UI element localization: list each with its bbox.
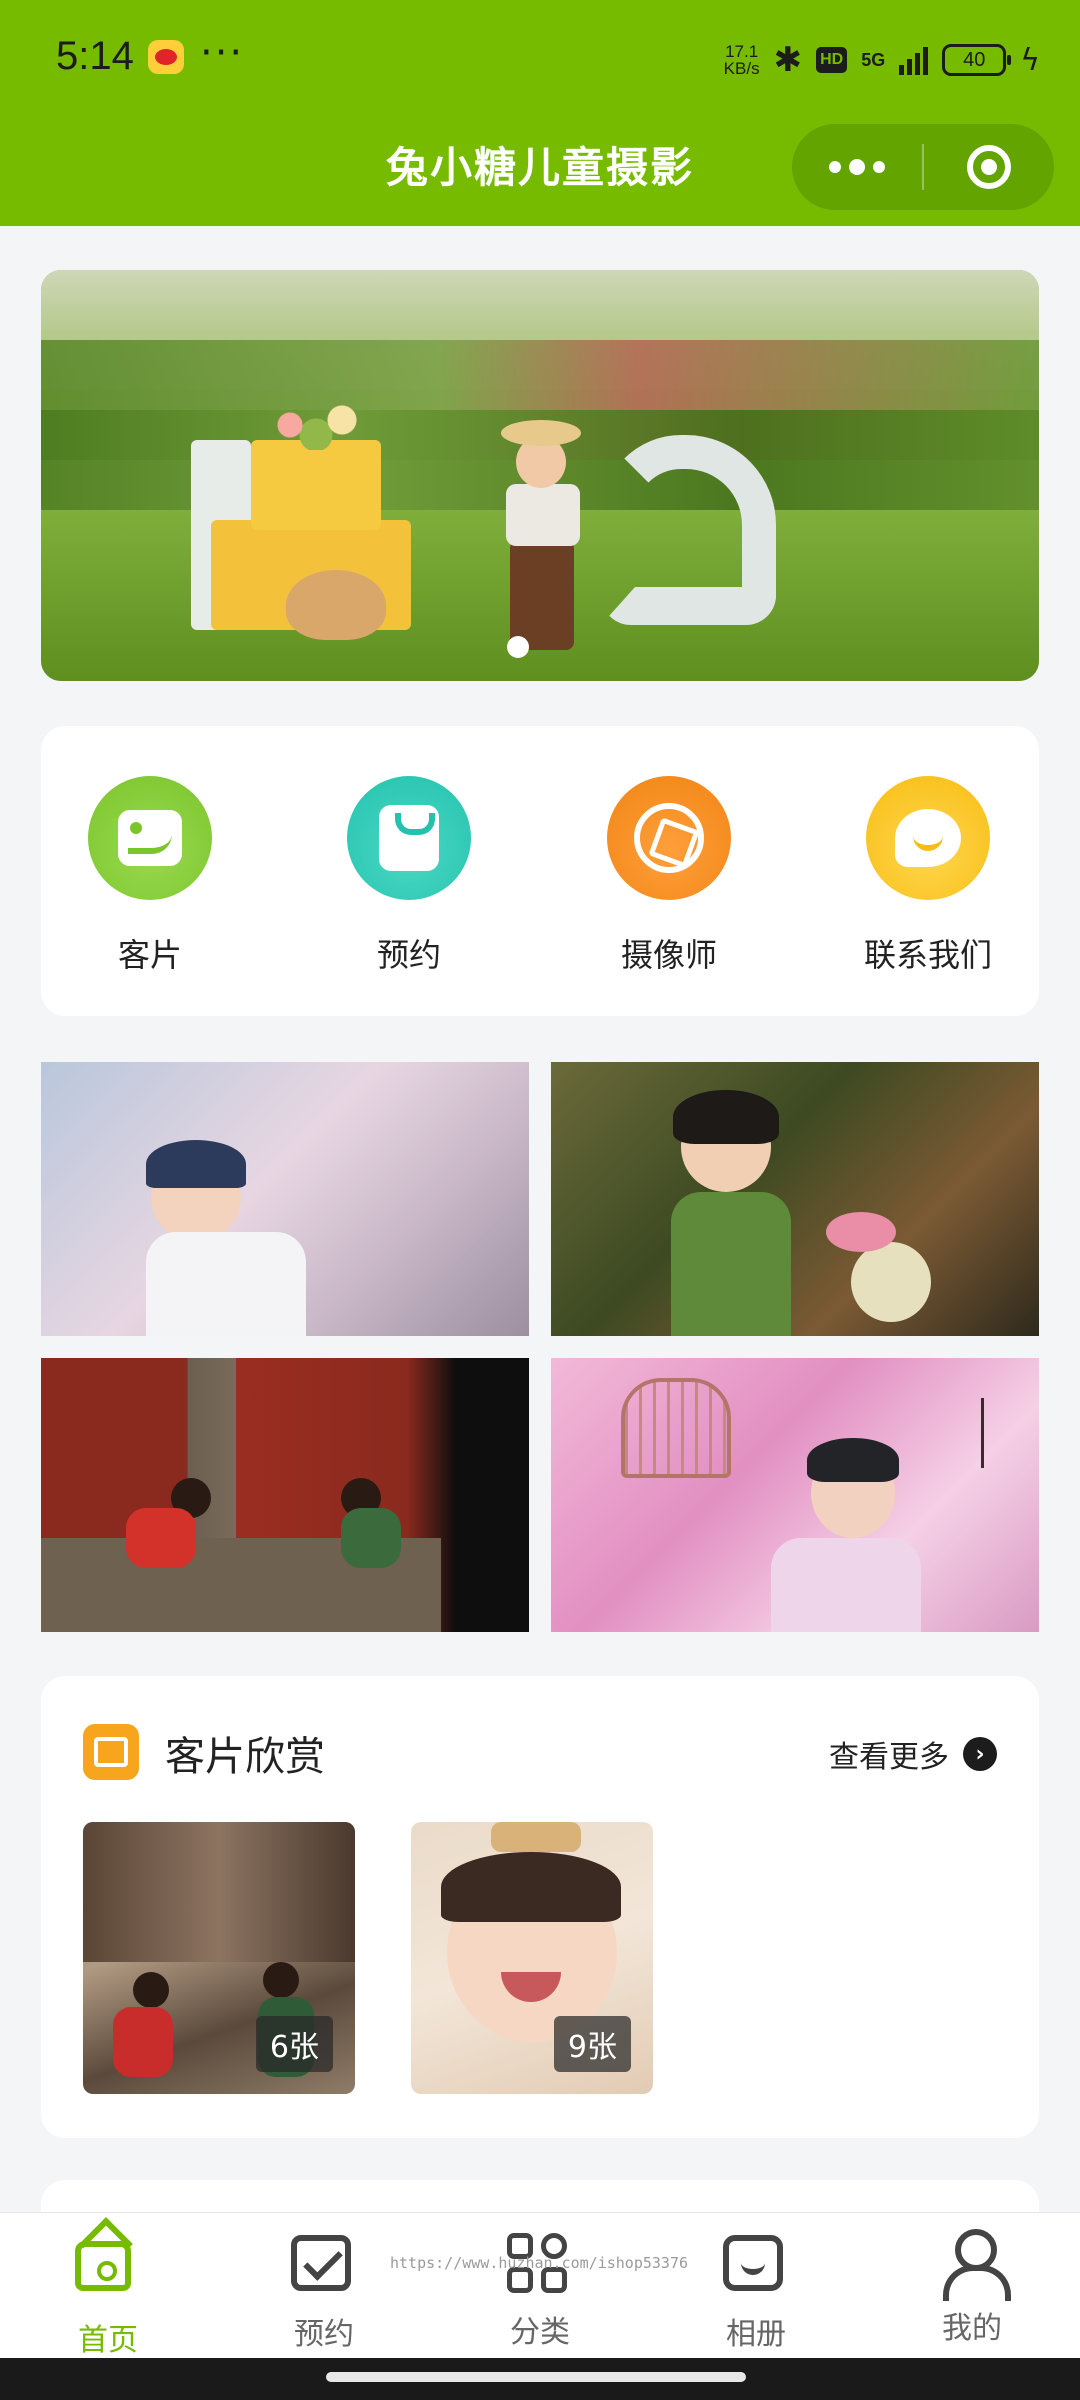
- tab-label: 分类: [510, 2315, 570, 2350]
- status-bar: 5:14 ··· 17.1 KB/s ✱ HD 5G 40 ϟ: [0, 0, 1080, 120]
- close-mini-program-button[interactable]: [924, 124, 1054, 210]
- status-icons: 17.1 KB/s ✱ HD 5G 40 ϟ: [724, 38, 1040, 82]
- number-two-balloon: [601, 435, 776, 625]
- banner-carousel[interactable]: [41, 270, 1039, 681]
- quick-nav-client-photos[interactable]: 客片: [50, 776, 250, 976]
- tab-home[interactable]: 首页: [0, 2213, 216, 2358]
- tab-label: 预约: [294, 2317, 354, 2352]
- teddy-bear: [286, 570, 386, 640]
- tab-label: 首页: [78, 2323, 138, 2358]
- banner-child: [496, 420, 596, 660]
- album-card[interactable]: 6张: [83, 1822, 355, 2094]
- photo-count-badge: 6张: [255, 2016, 333, 2072]
- photo-count-badge: 9张: [553, 2016, 631, 2072]
- network-type: 5G: [861, 50, 886, 70]
- network-speed-value: 17.1: [725, 42, 759, 61]
- more-menu-button[interactable]: [792, 124, 922, 210]
- chat-bubble-icon: [866, 776, 990, 900]
- network-speed-unit: KB/s: [723, 59, 760, 78]
- charging-icon: ϟ: [1020, 42, 1040, 78]
- quick-nav-card: 客片 预约 摄像师 联系我们: [41, 726, 1039, 1016]
- view-more-link[interactable]: 查看更多 ›: [829, 1732, 997, 1776]
- quick-nav-label: 客片: [117, 936, 182, 974]
- status-time: 5:14: [56, 34, 134, 78]
- photo-tile-boy-sailor[interactable]: [41, 1062, 529, 1336]
- quick-nav-contact[interactable]: 联系我们: [828, 776, 1028, 976]
- signal-strength-icon: [899, 45, 929, 75]
- aperture-icon: [607, 776, 731, 900]
- mini-program-capsule: [792, 124, 1054, 210]
- photo-tile-child-peach-blossom[interactable]: [551, 1358, 1039, 1632]
- bluetooth-icon: ✱: [773, 40, 803, 80]
- system-navigation-bar: [0, 2358, 1080, 2400]
- quick-nav-label: 联系我们: [863, 936, 992, 974]
- photo-icon: [88, 776, 212, 900]
- view-more-label: 查看更多: [829, 1740, 949, 1775]
- section-title: 客片欣赏: [165, 1734, 325, 1780]
- home-indicator[interactable]: [326, 2372, 746, 2382]
- battery-level: 40: [942, 44, 1012, 76]
- tab-profile[interactable]: 我的: [864, 2213, 1080, 2358]
- weibo-notification-icon: [148, 40, 184, 74]
- tab-booking[interactable]: 预约: [216, 2213, 432, 2358]
- network-speed: 17.1 KB/s: [724, 43, 760, 77]
- tab-label: 相册: [726, 2317, 786, 2352]
- client-photos-section: 客片欣赏 查看更多 › 6张 9张: [41, 1676, 1039, 2138]
- quick-nav-label: 摄像师: [620, 936, 717, 974]
- image-icon: [83, 1724, 139, 1780]
- tab-album[interactable]: 相册: [648, 2213, 864, 2358]
- hd-voice-badge: HD: [816, 47, 848, 73]
- more-notifications-icon: ···: [200, 30, 245, 76]
- home-icon: [75, 2241, 141, 2307]
- tab-category[interactable]: 分类: [432, 2213, 648, 2358]
- quick-nav-label: 预约: [376, 936, 441, 974]
- bottom-tab-bar: 首页 预约 分类 相册 我的: [0, 2212, 1080, 2358]
- target-icon: [967, 145, 1011, 189]
- quick-nav-photographer[interactable]: 摄像师: [569, 776, 769, 976]
- calendar-check-icon: [291, 2235, 357, 2301]
- quick-nav-booking[interactable]: 预约: [309, 776, 509, 976]
- user-icon: [939, 2229, 1011, 2301]
- carousel-indicator[interactable]: [507, 636, 529, 658]
- watermark: https://www.huzhan.com/ishop53376: [390, 2254, 689, 2272]
- top-bar: 5:14 ··· 17.1 KB/s ✱ HD 5G 40 ϟ 兔小糖儿童摄影: [0, 0, 1080, 226]
- chevron-right-icon: ›: [963, 1737, 997, 1771]
- shopping-bag-icon: [347, 776, 471, 900]
- album-card[interactable]: 9张: [411, 1822, 653, 2094]
- photo-tile-two-girls-doorway[interactable]: [41, 1358, 529, 1632]
- tab-label: 我的: [942, 2311, 1002, 2346]
- album-icon: [723, 2235, 789, 2301]
- photo-tile-girl-hanfu[interactable]: [551, 1062, 1039, 1336]
